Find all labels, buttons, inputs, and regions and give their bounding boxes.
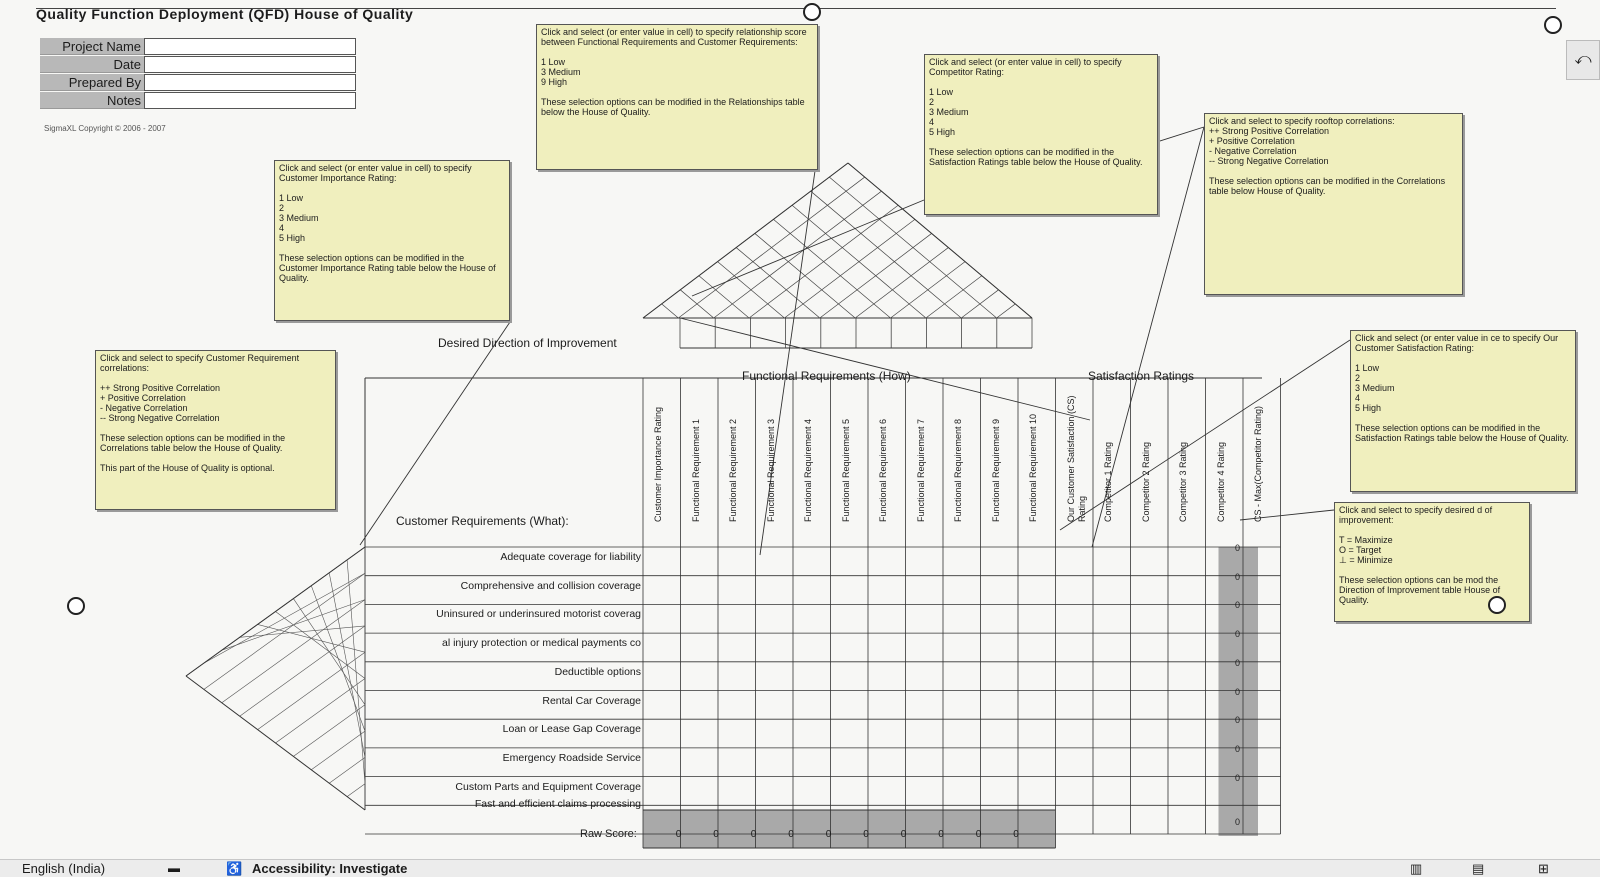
- customer-requirement-row[interactable]: al injury protection or medical payments…: [370, 637, 641, 649]
- cs-diff-cell: 0: [1234, 772, 1240, 783]
- relationship-note[interactable]: Click and select (or enter value in cell…: [536, 24, 818, 170]
- our-satisfaction-note[interactable]: Click and select (or enter value in ce t…: [1350, 330, 1576, 492]
- customer-requirement-row[interactable]: Emergency Roadside Service: [370, 752, 641, 764]
- functional-requirements-heading: Functional Requirements (How): [742, 369, 911, 383]
- correlation-lattice-line: [239, 625, 366, 717]
- column-header: Functional Requirement 5: [840, 418, 851, 522]
- customer-requirement-row[interactable]: Rental Car Coverage: [370, 695, 641, 707]
- raw-score-cell: 0: [1013, 829, 1019, 840]
- macro-icon[interactable]: ▬: [168, 861, 180, 875]
- cs-diff-cell: 0: [1234, 600, 1240, 611]
- correlation-lattice-line: [311, 730, 366, 771]
- web-layout-icon[interactable]: ⊞: [1538, 861, 1549, 877]
- column-header: Functional Requirement 4: [803, 418, 813, 522]
- roof-lattice-line: [661, 303, 679, 319]
- cs-diff-cell: 0: [1234, 743, 1240, 754]
- roof-lattice-line: [791, 205, 927, 319]
- column-header: Functional Requirement 6: [878, 418, 888, 522]
- raw-score-cell: 0: [938, 829, 944, 840]
- raw-score-cell: 0: [900, 829, 907, 840]
- resize-handle-top[interactable]: [803, 3, 821, 21]
- accessibility-status[interactable]: Accessibility: Investigate: [252, 861, 407, 876]
- cs-diff-cell: 0: [1234, 686, 1240, 697]
- correlation-lattice-line: [311, 585, 366, 732]
- correlation-lattice-line: [329, 757, 366, 784]
- column-header: Competitor 2 Rating: [1140, 441, 1151, 522]
- status-bar: English (India) ▬ ♿ Accessibility: Inves…: [0, 859, 1600, 877]
- resize-handle-left[interactable]: [67, 597, 85, 615]
- cs-diff-cell: 0: [1234, 657, 1240, 668]
- raw-score-cell: 0: [863, 829, 869, 840]
- roof-lattice-line: [784, 219, 916, 319]
- customer-requirement-row[interactable]: Fast and efficient claims processing: [370, 798, 641, 810]
- cs-diff-cell: 0: [1234, 715, 1240, 726]
- raw-score-cell: 0: [713, 829, 719, 840]
- roof-lattice-line: [748, 204, 899, 319]
- satisfaction-ratings-heading: Satisfaction Ratings: [1088, 369, 1195, 383]
- correlation-lattice-line: [275, 611, 366, 679]
- raw-score-cell: 0: [825, 829, 832, 840]
- direction-heading: Desired Direction of Improvement: [438, 336, 617, 350]
- accessibility-icon[interactable]: ♿: [226, 861, 242, 877]
- resize-handle-right[interactable]: [1488, 596, 1506, 614]
- column-header: Functional Requirement 9: [990, 418, 1001, 522]
- column-header: Functional Requirement 3: [765, 418, 776, 522]
- reading-view-icon[interactable]: ▥: [1410, 861, 1422, 877]
- customer-requirements-heading: Customer Requirements (What):: [396, 514, 569, 528]
- roof-edge: [642, 162, 849, 319]
- cs-diff-cell: 0: [1234, 629, 1240, 640]
- resize-handle-top-right[interactable]: [1544, 16, 1562, 34]
- cs-diff-cell: 0: [1234, 543, 1240, 553]
- importance-rating-note[interactable]: Click and select (or enter value in cell…: [274, 160, 510, 321]
- raw-score-cell: 0: [750, 829, 757, 840]
- column-header: Functional Requirement 1: [690, 418, 701, 522]
- scroll-control[interactable]: ⤺: [1566, 40, 1600, 80]
- customer-requirement-row[interactable]: Adequate coverage for liability: [370, 551, 641, 563]
- roof-lattice-line: [678, 176, 865, 319]
- customer-requirement-row[interactable]: Deductible options: [370, 666, 641, 678]
- callout-connector: [359, 321, 511, 546]
- lattice-edge: [185, 546, 366, 677]
- print-layout-icon[interactable]: ▤: [1472, 861, 1484, 877]
- roof-lattice-line: [773, 219, 891, 319]
- customer-correlation-note[interactable]: Click and select to specify Customer Req…: [95, 350, 336, 510]
- roof-lattice-line: [996, 303, 1016, 319]
- column-header: Functional Requirement 10: [1028, 413, 1038, 522]
- correlation-lattice-line: [221, 599, 366, 704]
- roof-lattice-line: [735, 247, 821, 319]
- column-header: Functional Requirement 7: [915, 418, 926, 522]
- column-header: Competitor 4 Rating: [1215, 441, 1226, 522]
- column-header: Functional Requirement 8: [953, 418, 963, 522]
- column-header: Our Customer Satisfaction (CS) Rating: [1065, 395, 1087, 522]
- competitor-rating-note[interactable]: Click and select (or enter value in cell…: [924, 54, 1158, 215]
- column-header: CS - Max(Competitor Rating): [1253, 405, 1263, 522]
- raw-score-cell: 0: [675, 829, 682, 840]
- customer-requirement-row[interactable]: Uninsured or underinsured motorist cover…: [370, 608, 641, 620]
- correlation-lattice-line: [293, 704, 366, 757]
- column-header: Competitor 3 Rating: [1178, 441, 1188, 522]
- lattice-edge: [185, 675, 366, 811]
- language-status[interactable]: English (India): [22, 861, 105, 876]
- correlation-lattice-line: [346, 783, 366, 797]
- callout-connector: [691, 199, 925, 297]
- column-header: Functional Requirement 2: [728, 418, 738, 522]
- column-header: Competitor 1 Rating: [1103, 441, 1113, 522]
- customer-requirement-row[interactable]: Custom Parts and Equipment Coverage: [370, 781, 641, 793]
- raw-score-label: Raw Score:: [580, 828, 637, 840]
- column-header: Customer Importance Rating: [653, 406, 663, 522]
- cs-diff-cell: 0: [1234, 817, 1240, 828]
- correlation-lattice-line: [328, 572, 366, 758]
- rooftop-correlation-note[interactable]: Click and select to specify rooftop corr…: [1204, 113, 1463, 295]
- correlation-lattice-line: [257, 651, 366, 730]
- raw-score-cell: 0: [975, 829, 982, 840]
- correlation-lattice-line: [346, 559, 366, 784]
- customer-requirement-row[interactable]: Loan or Lease Gap Coverage: [370, 723, 641, 735]
- roof-lattice-line: [854, 247, 949, 319]
- cs-diff-cell: 0: [1234, 571, 1240, 582]
- customer-requirement-row[interactable]: Comprehensive and collision coverage: [370, 580, 641, 592]
- raw-score-cell: 0: [788, 829, 794, 840]
